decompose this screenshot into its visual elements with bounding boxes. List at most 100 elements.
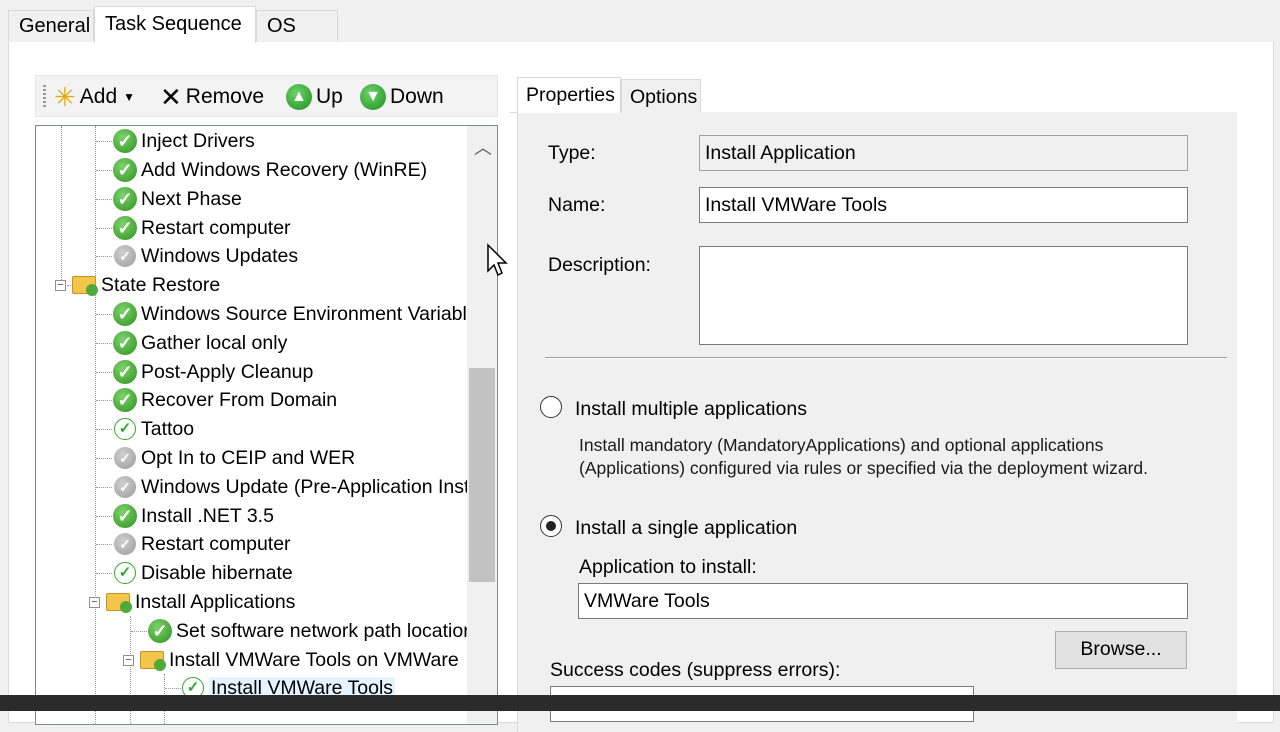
add-button[interactable]: ✳ Add ▼	[54, 82, 135, 112]
tree-item[interactable]: ✓ Windows Updates	[114, 242, 298, 270]
check-icon: ✓	[113, 302, 137, 326]
description-label: Description:	[548, 254, 651, 276]
tree-line	[96, 199, 112, 200]
tree-line	[96, 170, 112, 171]
tree-item-label: Add Windows Recovery (WinRE)	[141, 158, 428, 181]
remove-label: Remove	[185, 85, 264, 108]
disabled-check-icon: ✓	[114, 476, 136, 498]
tree-group[interactable]: − Install VMWare Tools on VMWare	[123, 646, 459, 674]
tree-item-label: Tattoo	[141, 417, 195, 440]
check-icon: ✓	[113, 216, 137, 240]
down-label: Down	[390, 85, 444, 108]
check-icon: ✓	[113, 388, 137, 412]
tree-item[interactable]: ✓ Opt In to CEIP and WER	[114, 444, 355, 472]
check-icon: ✓	[113, 187, 137, 211]
success-codes-label: Success codes (suppress errors):	[550, 659, 841, 681]
check-icon: ✓	[113, 504, 137, 528]
collapse-icon[interactable]: −	[89, 596, 100, 608]
chevron-down-icon[interactable]: ▼	[123, 90, 135, 104]
taskbar	[0, 695, 1280, 711]
tree-item[interactable]: ✓ Disable hibernate	[114, 559, 293, 587]
install-multiple-label[interactable]: Install multiple applications	[575, 398, 807, 421]
disabled-check-icon: ✓	[114, 533, 136, 555]
name-label: Name:	[548, 194, 606, 216]
tree-item-label: Windows Update (Pre-Application Inst	[141, 475, 470, 498]
tab-general[interactable]: General	[8, 10, 94, 41]
disabled-check-icon: ✓	[114, 245, 136, 267]
arrow-down-icon: ▼	[360, 84, 386, 110]
toolbar-grip[interactable]	[43, 85, 46, 107]
check-icon: ✓	[113, 158, 137, 182]
install-multiple-radio[interactable]	[540, 396, 562, 418]
tree-item-label: Recover From Domain	[141, 388, 338, 411]
tab-task-sequence[interactable]: Task Sequence	[94, 6, 256, 43]
tree-item[interactable]: ✓ Windows Source Environment Variabl	[113, 300, 467, 328]
install-single-radio[interactable]	[540, 515, 562, 537]
tree-item-label: Install .NET 3.5	[141, 504, 274, 527]
tree-line	[96, 256, 112, 257]
tree-item[interactable]: ✓ Add Windows Recovery (WinRE)	[113, 156, 427, 184]
tree-item-label: Install Applications	[135, 590, 296, 613]
tree-item[interactable]: ✓ Restart computer	[114, 530, 291, 558]
collapse-icon[interactable]: −	[55, 279, 66, 291]
divider	[545, 357, 1227, 359]
scroll-thumb[interactable]	[469, 368, 495, 582]
tree-item[interactable]: ✓ Set software network path locatior	[148, 617, 470, 645]
mouse-cursor-icon	[487, 243, 508, 277]
check-icon: ✓	[113, 331, 137, 355]
application-field[interactable]: VMWare Tools	[578, 583, 1188, 619]
collapse-icon[interactable]: −	[123, 654, 134, 666]
top-tab-strip: General Task Sequence OS Info	[8, 6, 1272, 68]
tree-group[interactable]: − Install Applications	[89, 588, 295, 616]
tree-item-label: Post-Apply Cleanup	[141, 360, 314, 383]
remove-button[interactable]: ✕ Remove	[160, 82, 264, 112]
tree-item[interactable]: ✓ Install .NET 3.5	[113, 502, 274, 530]
tab-os-info[interactable]: OS Info	[256, 10, 338, 68]
tree-item[interactable]: ✓ Tattoo	[114, 415, 194, 443]
tree-scrollbar[interactable]: ︿	[467, 126, 497, 724]
tree-line	[96, 314, 112, 315]
tree-item-label: Gather local only	[141, 331, 288, 354]
name-field[interactable]: Install VMWare Tools	[699, 187, 1188, 223]
tree-item[interactable]: ✓ Recover From Domain	[113, 386, 337, 414]
check-icon: ✓	[113, 360, 137, 384]
install-single-label[interactable]: Install a single application	[575, 517, 797, 540]
check-icon: ✓	[148, 619, 172, 643]
type-label: Type:	[548, 142, 596, 164]
properties-pane: Type: Install Application Name: Install …	[517, 112, 1237, 732]
down-button[interactable]: ▼ Down	[360, 82, 444, 112]
tree-item[interactable]: ✓ Restart computer	[113, 214, 291, 242]
tree-line	[96, 343, 112, 344]
tab-properties[interactable]: Properties	[517, 77, 621, 113]
install-multiple-description: Install mandatory (MandatoryApplications…	[579, 435, 1149, 478]
tree-item[interactable]: ✓ Inject Drivers	[113, 127, 255, 155]
tree-item[interactable]: ✓ Windows Update (Pre-Application Inst	[114, 473, 469, 501]
task-sequence-tree[interactable]: ✓ Inject Drivers ✓ Add Windows Recovery …	[35, 125, 498, 725]
tree-item-label: Restart computer	[141, 532, 291, 555]
folder-icon	[106, 593, 132, 613]
tree-line	[96, 544, 112, 545]
description-field[interactable]	[699, 246, 1188, 345]
up-button[interactable]: ▲ Up	[286, 82, 343, 112]
up-label: Up	[316, 85, 343, 108]
close-icon: ✕	[160, 82, 182, 112]
tab-options[interactable]: Options	[621, 79, 701, 113]
tree-line	[96, 372, 112, 373]
check-outline-icon: ✓	[114, 562, 136, 584]
browse-button[interactable]: Browse...	[1055, 631, 1187, 669]
chevron-up-icon[interactable]: ︿	[474, 134, 492, 160]
tree-item[interactable]: ✓ Next Phase	[113, 185, 242, 213]
tree-item[interactable]: ✓ Post-Apply Cleanup	[113, 358, 313, 386]
tree-item-label: Set software network path locatior	[176, 619, 470, 642]
tree-group[interactable]: − State Restore	[55, 271, 220, 299]
tree-item-label: Next Phase	[141, 187, 242, 210]
task-toolbar: ✳ Add ▼ ✕ Remove ▲ Up ▼ Down	[35, 75, 498, 117]
tree-item-label: Restart computer	[141, 216, 291, 239]
tree-line	[96, 458, 112, 459]
tree-item[interactable]: ✓ Gather local only	[113, 329, 287, 357]
tree-line	[96, 516, 112, 517]
check-outline-icon: ✓	[114, 418, 136, 440]
tree-item-label: Opt In to CEIP and WER	[141, 446, 356, 469]
check-icon: ✓	[113, 129, 137, 153]
tree-line	[61, 126, 62, 286]
